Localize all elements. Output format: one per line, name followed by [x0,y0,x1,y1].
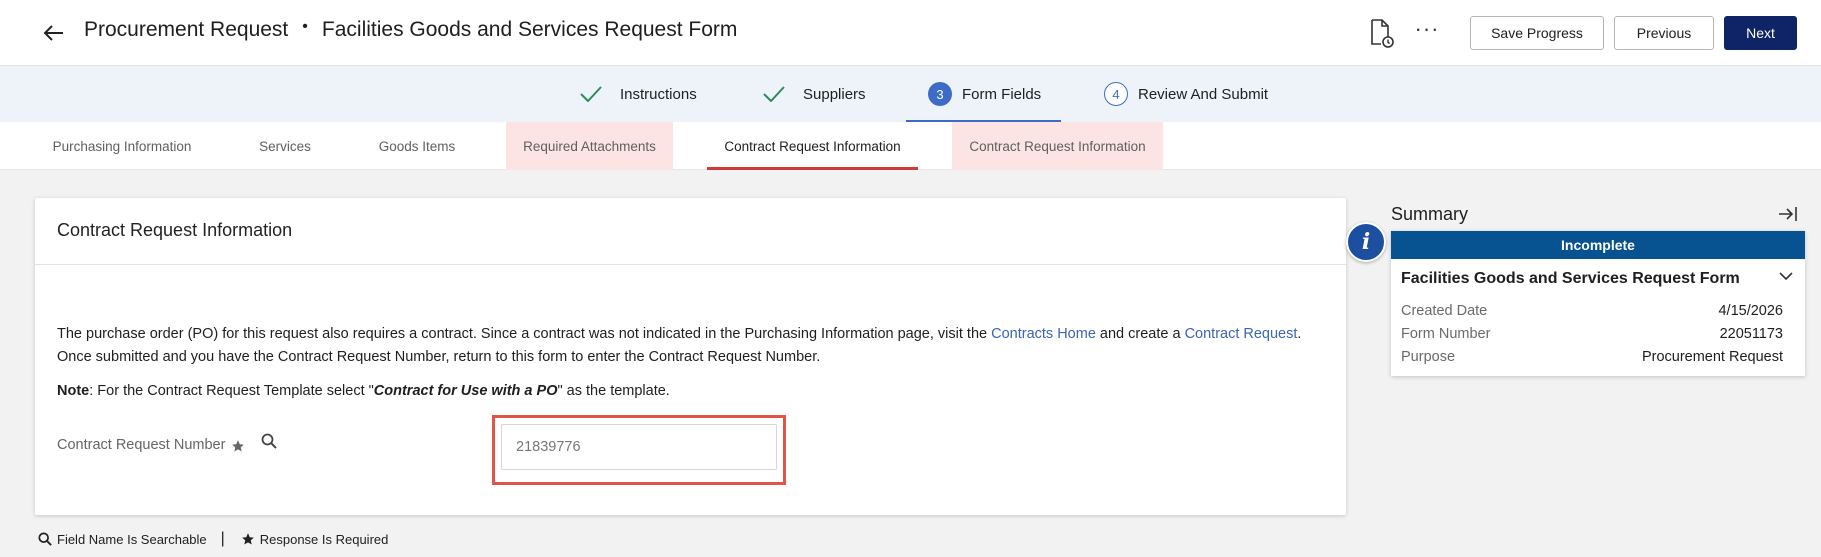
contract-request-link[interactable]: Contract Request [1185,326,1298,342]
module-title: Procurement Request [84,18,289,41]
summary-title: Summary [1391,204,1469,224]
step-form-fields[interactable]: 3 Form Fields [928,66,1041,122]
required-star-icon [232,440,245,452]
instruction-paragraph: The purchase order (PO) for this request… [57,326,1302,365]
field-legend: Field Name Is Searchable | Response Is R… [38,530,388,548]
chevron-down-icon[interactable] [1779,271,1793,281]
title-separator: • [302,18,308,35]
template-note: Note: For the Contract Request Template … [57,383,670,399]
status-badge: Incomplete [1391,231,1805,259]
collapse-panel-icon[interactable] [1778,205,1800,225]
summary-row-form-number: Form Number 22051173 [1401,325,1783,342]
save-progress-button[interactable]: Save Progress [1470,16,1604,50]
step-progress-bar: Instructions Suppliers 3 Form Fields 4 R… [0,66,1821,122]
summary-form-name: Facilities Goods and Services Request Fo… [1401,270,1740,287]
tab-services[interactable]: Services [246,122,324,170]
top-bar: Procurement Request • Facilities Goods a… [0,0,1821,66]
search-icon[interactable] [261,433,277,454]
searchable-legend-text: Field Name Is Searchable [57,531,207,547]
next-button[interactable]: Next [1724,16,1797,50]
contract-request-card: Contract Request Information The purchas… [35,198,1346,515]
more-options-icon[interactable]: ··· [1412,18,1442,48]
card-title: Contract Request Information [35,198,1346,265]
tab-contract-request-information[interactable]: Contract Request Information [952,122,1163,170]
tab-purchasing-information[interactable]: Purchasing Information [30,122,214,170]
summary-card: Incomplete Facilities Goods and Services… [1391,231,1805,376]
page-title: Procurement Request • Facilities Goods a… [84,18,737,42]
tab-required-attachments[interactable]: Required Attachments [506,122,673,170]
contracts-home-link[interactable]: Contracts Home [991,326,1096,342]
step-number-badge: 4 [1104,82,1128,106]
legend-separator: | [220,530,225,547]
section-tab-bar: Purchasing Information Services Goods It… [0,122,1821,170]
step-label: Suppliers [803,85,866,103]
tab-contract-request-information-selected[interactable]: Contract Request Information [707,122,918,170]
contract-request-number-input[interactable] [501,424,777,470]
previous-button[interactable]: Previous [1614,16,1714,50]
search-icon [38,532,52,546]
contract-request-number-row: Contract Request Number [57,413,1324,485]
summary-row-purpose: Purpose Procurement Request [1401,348,1783,365]
tab-goods-items[interactable]: Goods Items [364,122,470,170]
summary-row-created-date: Created Date 4/15/2026 [1401,302,1783,319]
step-number-badge: 3 [928,82,952,106]
step-label: Instructions [620,85,697,103]
checkmark-icon [763,86,785,102]
step-review-and-submit[interactable]: 4 Review And Submit [1104,66,1268,122]
star-icon [241,533,254,545]
back-arrow-icon[interactable] [38,18,70,48]
step-label: Form Fields [962,85,1042,103]
contract-request-number-label: Contract Request Number [57,437,245,453]
step-instructions[interactable]: Instructions [580,66,697,122]
document-info-icon[interactable] [1368,18,1396,48]
checkmark-icon [580,86,602,102]
info-icon[interactable]: i [1346,222,1386,262]
required-legend-text: Response Is Required [259,531,389,547]
summary-form-header[interactable]: Facilities Goods and Services Request Fo… [1391,259,1805,299]
step-suppliers[interactable]: Suppliers [763,66,866,122]
form-title: Facilities Goods and Services Request Fo… [321,18,738,41]
step-label: Review And Submit [1138,85,1269,103]
